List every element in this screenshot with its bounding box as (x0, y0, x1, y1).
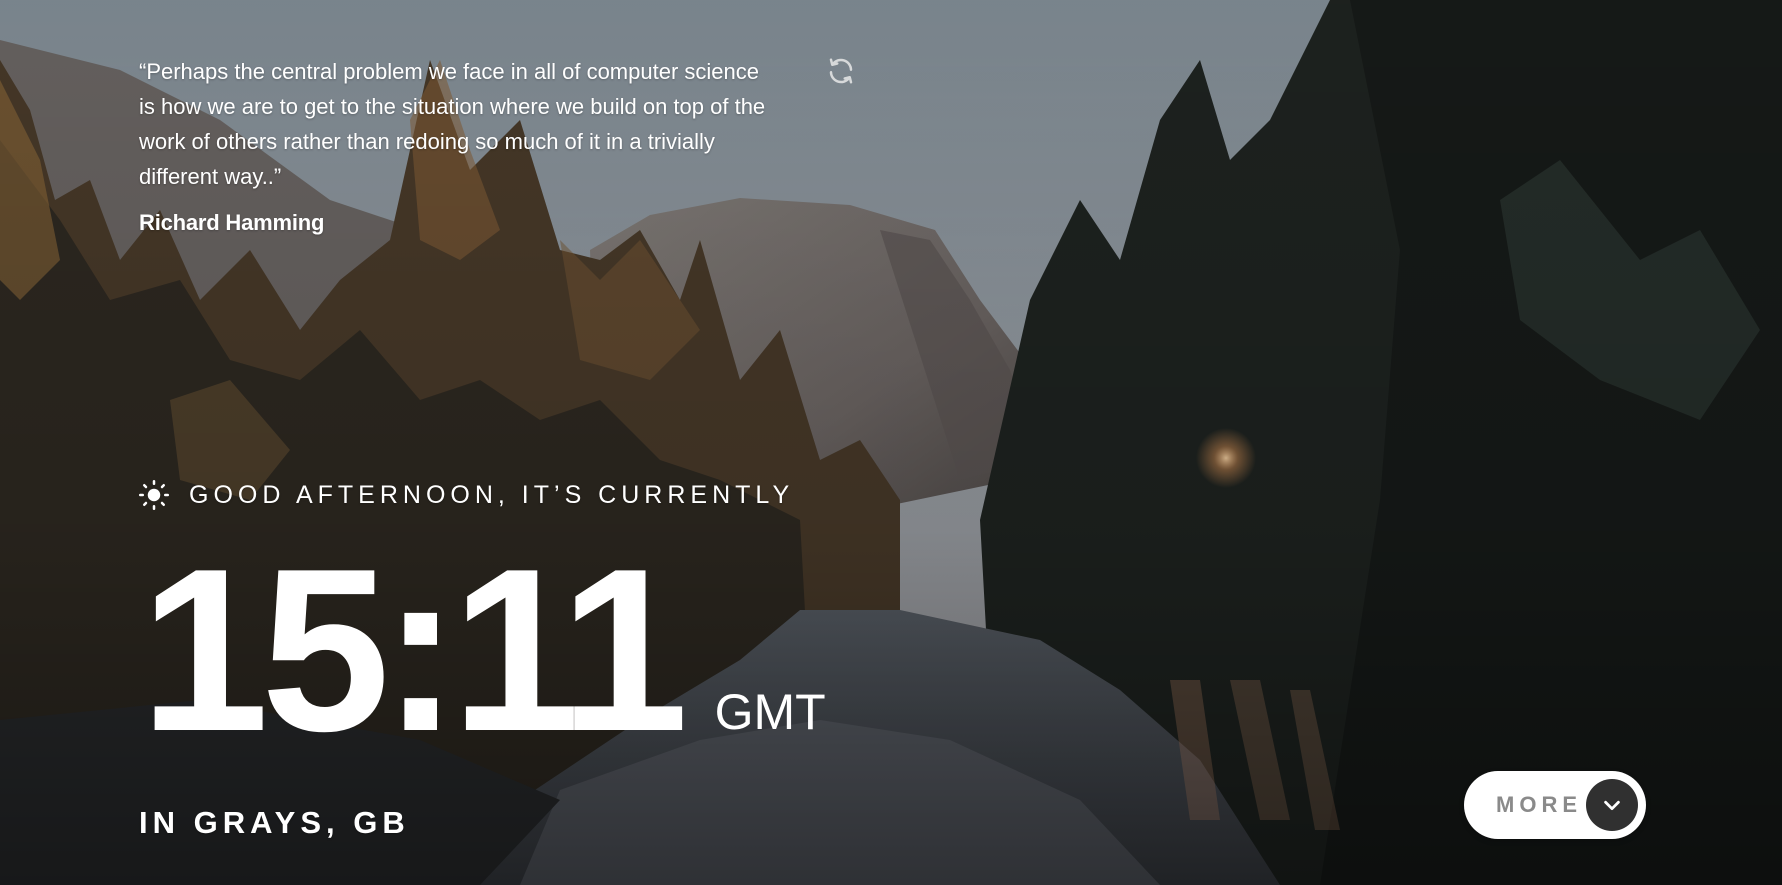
refresh-quote-button[interactable] (826, 56, 856, 86)
more-button[interactable]: MORE (1464, 771, 1646, 839)
clock: 15:11 GMT (140, 535, 826, 767)
quote-author: Richard Hamming (139, 210, 325, 235)
clock-time: 15:11 (140, 521, 689, 780)
quote-text: “Perhaps the central problem we face in … (139, 59, 766, 189)
clock-timezone: GMT (714, 684, 826, 740)
sun-icon (139, 480, 169, 510)
greeting-text: GOOD AFTERNOON, IT’S CURRENTLY (189, 480, 795, 509)
refresh-icon (829, 58, 853, 84)
chevron-down-icon (1604, 800, 1620, 811)
more-button-circle[interactable] (1586, 779, 1638, 831)
quote-block: “Perhaps the central problem we face in … (139, 54, 799, 236)
more-button-label: MORE (1496, 792, 1582, 817)
location-text: IN GRAYS, GB (139, 805, 410, 840)
greeting: GOOD AFTERNOON, IT’S CURRENTLY (139, 480, 794, 510)
